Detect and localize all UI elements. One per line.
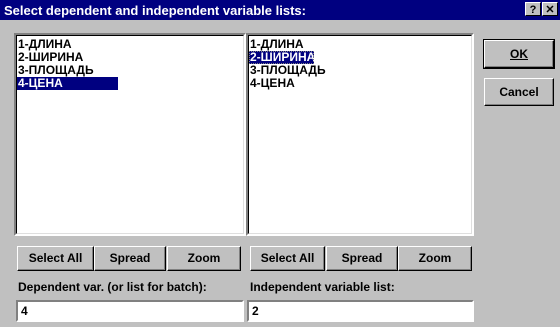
independent-list-items: 1-ДЛИНА 2-ШИРИНА 3-ПЛОЩАДЬ 4-ЦЕНА bbox=[248, 35, 472, 234]
independent-variable-input[interactable]: 2 bbox=[247, 300, 474, 322]
dependent-select-all-button[interactable]: Select All bbox=[17, 246, 94, 271]
dependent-variable-input[interactable]: 4 bbox=[16, 300, 244, 322]
list-item[interactable]: 4-ЦЕНА bbox=[17, 77, 118, 90]
close-button[interactable]: ✕ bbox=[542, 2, 558, 16]
independent-field-label: Independent variable list: bbox=[250, 280, 395, 294]
dependent-spread-button[interactable]: Spread bbox=[94, 246, 166, 271]
ok-button[interactable]: OK bbox=[483, 39, 555, 69]
dependent-zoom-button[interactable]: Zoom bbox=[167, 246, 241, 271]
cancel-button[interactable]: Cancel bbox=[484, 78, 554, 106]
title-bar: Select dependent and independent variabl… bbox=[0, 0, 560, 20]
dependent-field-label: Dependent var. (or list for batch): bbox=[18, 280, 207, 294]
independent-spread-button[interactable]: Spread bbox=[326, 246, 398, 271]
independent-zoom-button[interactable]: Zoom bbox=[398, 246, 472, 271]
variable-selection-dialog: Select dependent and independent variabl… bbox=[0, 0, 560, 327]
ok-button-label: OK bbox=[510, 47, 528, 61]
dialog-title: Select dependent and independent variabl… bbox=[4, 3, 306, 18]
help-button[interactable]: ? bbox=[525, 2, 541, 16]
dependent-variable-listbox[interactable]: 1-ДЛИНА 2-ШИРИНА 3-ПЛОЩАДЬ 4-ЦЕНА bbox=[14, 33, 246, 236]
independent-select-all-button[interactable]: Select All bbox=[250, 246, 325, 271]
dependent-list-items: 1-ДЛИНА 2-ШИРИНА 3-ПЛОЩАДЬ 4-ЦЕНА bbox=[16, 35, 244, 234]
independent-variable-listbox[interactable]: 1-ДЛИНА 2-ШИРИНА 3-ПЛОЩАДЬ 4-ЦЕНА bbox=[246, 33, 474, 236]
list-item[interactable]: 4-ЦЕНА bbox=[249, 77, 471, 90]
